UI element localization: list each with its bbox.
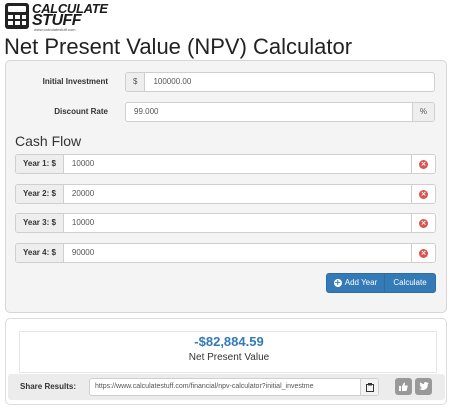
discount-rate-input[interactable]: 99.000 (126, 103, 412, 121)
clipboard-icon (365, 382, 374, 392)
currency-addon: $ (126, 73, 146, 91)
initial-investment-input[interactable]: 100000.00 (145, 73, 434, 91)
remove-year-button[interactable]: × (411, 244, 435, 262)
plus-circle-icon: + (333, 278, 342, 287)
year-label: Year 3: $ (16, 214, 64, 232)
action-button-group: + Add Year Calculate (326, 273, 436, 293)
year-cash-flow-input[interactable]: 90000 (64, 244, 411, 262)
year-label: Year 2: $ (16, 185, 64, 203)
copy-url-button[interactable] (360, 379, 378, 395)
calculator-icon (5, 3, 29, 29)
year-cash-flow-input[interactable]: 20000 (64, 185, 411, 203)
remove-year-button[interactable]: × (411, 214, 435, 232)
year-row: Year 4: $ 90000 × (15, 243, 436, 263)
x-circle-icon: × (419, 248, 428, 258)
like-button[interactable] (395, 378, 412, 395)
add-year-button[interactable]: + Add Year (327, 274, 385, 292)
initial-investment-group: $ 100000.00 (125, 72, 435, 92)
npv-result-value: -$82,884.59 (194, 334, 264, 349)
percent-addon: % (411, 103, 434, 121)
year-row: Year 1: $ 10000 × (15, 154, 436, 174)
x-circle-icon: × (419, 189, 428, 199)
x-circle-icon: × (419, 218, 428, 228)
year-row: Year 2: $ 20000 × (15, 184, 436, 204)
remove-year-button[interactable]: × (411, 185, 435, 203)
calculate-button[interactable]: Calculate (385, 274, 435, 292)
share-bar: Share Results: https://www.calculatestuf… (8, 374, 445, 400)
initial-investment-label: Initial Investment (42, 77, 108, 86)
add-year-label: Add Year (344, 278, 378, 287)
share-url-group: https://www.calculatestuff.com/financial… (89, 378, 379, 396)
twitter-icon (418, 382, 429, 390)
share-results-label: Share Results: (20, 382, 77, 391)
year-label: Year 1: $ (16, 155, 64, 173)
year-cash-flow-input[interactable]: 10000 (64, 155, 411, 173)
site-logo[interactable]: CALCULATE STUFF www.calculatestuff.com (4, 2, 108, 32)
year-row: Year 3: $ 10000 × (15, 213, 436, 233)
twitter-share-button[interactable] (415, 378, 432, 395)
share-url-input[interactable]: https://www.calculatestuff.com/financial… (90, 379, 360, 395)
page-title: Net Present Value (NPV) Calculator (4, 34, 353, 59)
discount-rate-group: 99.000 % (125, 102, 435, 122)
year-label: Year 4: $ (16, 244, 64, 262)
result-box: -$82,884.59 Net Present Value (19, 331, 437, 373)
year-cash-flow-input[interactable]: 10000 (64, 214, 411, 232)
x-circle-icon: × (419, 159, 428, 169)
discount-rate-label: Discount Rate (54, 107, 108, 116)
cash-flow-heading: Cash Flow (15, 133, 82, 149)
logo-tagline: www.calculatestuff.com (34, 27, 76, 32)
thumbs-up-icon (399, 382, 408, 391)
remove-year-button[interactable]: × (411, 155, 435, 173)
npv-result-label: Net Present Value (188, 352, 270, 363)
